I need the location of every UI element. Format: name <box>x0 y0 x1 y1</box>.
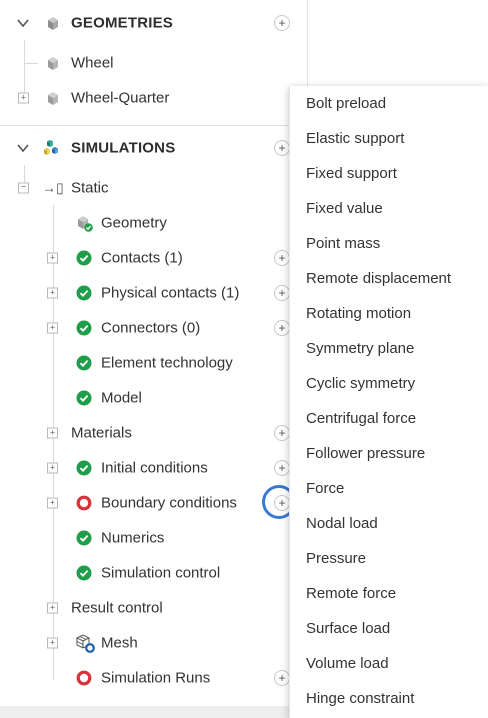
menu-item-surface-load[interactable]: Surface load <box>306 620 390 637</box>
tree-item-static[interactable]: − →▯ Static <box>0 171 305 205</box>
cube-icon <box>48 92 58 105</box>
tree-item-result-control[interactable]: + Result control <box>0 591 305 625</box>
menu-item-pressure[interactable]: Pressure <box>306 550 366 567</box>
expand-toggle[interactable]: + <box>47 602 58 614</box>
boundary-condition-menu: Bolt preload Elastic support Fixed suppo… <box>289 86 488 718</box>
expand-toggle[interactable]: + <box>47 637 58 649</box>
tree-item-contacts[interactable]: + Contacts (1) + <box>0 241 305 275</box>
menu-item-remote-force[interactable]: Remote force <box>306 585 396 602</box>
cube-icon <box>48 57 58 70</box>
tree-item-boundary-conditions[interactable]: + Boundary conditions + <box>0 486 305 520</box>
check-circle-icon <box>76 460 92 476</box>
tree-item-label: Connectors (0) <box>101 319 201 337</box>
add-simulation-run-button[interactable]: + <box>274 670 290 686</box>
check-circle-icon <box>76 250 92 266</box>
expand-toggle[interactable]: + <box>47 427 58 439</box>
cube-icon <box>48 17 58 30</box>
expand-toggle[interactable]: + <box>47 462 58 474</box>
menu-item-fixed-support[interactable]: Fixed support <box>306 165 397 182</box>
collapse-toggle[interactable]: − <box>18 182 29 194</box>
check-circle-icon <box>76 355 92 371</box>
check-circle-icon <box>76 320 92 336</box>
tree-item-label: Static <box>71 179 109 197</box>
mesh-icon <box>75 634 95 653</box>
tree-item-mesh[interactable]: + Mesh <box>0 626 305 660</box>
menu-item-elastic-support[interactable]: Elastic support <box>306 130 404 147</box>
tree-item-initial-conditions[interactable]: + Initial conditions + <box>0 451 305 485</box>
check-circle-icon <box>76 390 92 406</box>
simulation-cubes-icon <box>44 140 58 155</box>
menu-item-bolt-preload[interactable]: Bolt preload <box>306 95 386 112</box>
tree-item-label: Model <box>101 389 142 407</box>
tree-item-geometry[interactable]: Geometry <box>0 206 305 240</box>
error-ring-icon <box>76 495 92 511</box>
add-material-button[interactable]: + <box>274 425 290 441</box>
add-physical-contact-button[interactable]: + <box>274 285 290 301</box>
expand-toggle[interactable]: + <box>47 287 58 299</box>
tree-item-numerics[interactable]: Numerics <box>0 521 305 555</box>
tree-item-physical-contacts[interactable]: + Physical contacts (1) + <box>0 276 305 310</box>
geometry-status-icon <box>78 216 93 232</box>
menu-item-point-mass[interactable]: Point mass <box>306 235 380 252</box>
expand-toggle[interactable]: + <box>47 252 58 264</box>
tree-item-label: Geometry <box>101 214 167 232</box>
tree-item-label: Simulation Runs <box>101 669 211 687</box>
tree-item-label: Element technology <box>101 354 233 372</box>
simulations-title: SIMULATIONS <box>71 139 176 157</box>
tree-item-label: Physical contacts (1) <box>101 284 240 302</box>
panel-bottom-bar <box>0 706 307 718</box>
tree-item-element-technology[interactable]: Element technology <box>0 346 305 380</box>
tree-item-wheel-quarter[interactable]: + Wheel-Quarter <box>0 81 305 115</box>
tree-item-materials[interactable]: + Materials + <box>0 416 305 450</box>
menu-item-centrifugal-force[interactable]: Centrifugal force <box>306 410 416 427</box>
tree-item-model[interactable]: Model <box>0 381 305 415</box>
add-connector-button[interactable]: + <box>274 320 290 336</box>
tree-item-label: Result control <box>71 599 163 617</box>
menu-item-rotating-motion[interactable]: Rotating motion <box>306 305 411 322</box>
tree-item-label: Contacts (1) <box>101 249 183 267</box>
add-geometry-button[interactable]: + <box>274 15 290 31</box>
tree-item-connectors[interactable]: + Connectors (0) + <box>0 311 305 345</box>
tree-item-wheel[interactable]: Wheel <box>0 46 305 80</box>
add-initial-condition-button[interactable]: + <box>274 460 290 476</box>
expand-toggle[interactable]: + <box>47 322 58 334</box>
tree-item-label: Initial conditions <box>101 459 208 477</box>
menu-item-follower-pressure[interactable]: Follower pressure <box>306 445 425 462</box>
tree-item-label: Boundary conditions <box>101 494 237 512</box>
check-circle-icon <box>76 530 92 546</box>
geometries-title: GEOMETRIES <box>71 14 174 32</box>
add-contact-button[interactable]: + <box>274 250 290 266</box>
menu-item-volume-load[interactable]: Volume load <box>306 655 389 672</box>
check-circle-icon <box>76 565 92 581</box>
geometries-header[interactable]: GEOMETRIES + <box>0 6 305 40</box>
tree-item-simulation-control[interactable]: Simulation control <box>0 556 305 590</box>
tree-item-simulation-runs[interactable]: Simulation Runs + <box>0 661 305 695</box>
menu-item-nodal-load[interactable]: Nodal load <box>306 515 378 532</box>
expand-toggle[interactable]: + <box>18 92 29 104</box>
static-analysis-icon: →▯ <box>42 179 64 196</box>
tree-item-label: Simulation control <box>101 564 221 582</box>
add-simulation-button[interactable]: + <box>274 140 290 156</box>
menu-item-fixed-value[interactable]: Fixed value <box>306 200 383 217</box>
chevron-down-icon[interactable] <box>17 142 29 154</box>
tree-item-label: Numerics <box>101 529 165 547</box>
simulation-tree-panel: GEOMETRIES + Wheel + Wheel-Quarter SIMUL… <box>0 0 308 718</box>
tree-item-label: Wheel <box>71 54 114 72</box>
expand-toggle[interactable]: + <box>47 497 58 509</box>
check-circle-icon <box>76 285 92 301</box>
tree-item-label: Mesh <box>101 634 138 652</box>
menu-item-remote-displacement[interactable]: Remote displacement <box>306 270 451 287</box>
menu-item-symmetry-plane[interactable]: Symmetry plane <box>306 340 414 357</box>
tree-item-label: Wheel-Quarter <box>71 89 170 107</box>
menu-item-hinge-constraint[interactable]: Hinge constraint <box>306 690 414 707</box>
error-ring-icon <box>76 670 92 686</box>
simulations-header[interactable]: SIMULATIONS + <box>0 131 305 165</box>
menu-item-force[interactable]: Force <box>306 480 344 497</box>
tree-item-label: Materials <box>71 424 132 442</box>
chevron-down-icon[interactable] <box>17 17 29 29</box>
menu-item-cyclic-symmetry[interactable]: Cyclic symmetry <box>306 375 415 392</box>
